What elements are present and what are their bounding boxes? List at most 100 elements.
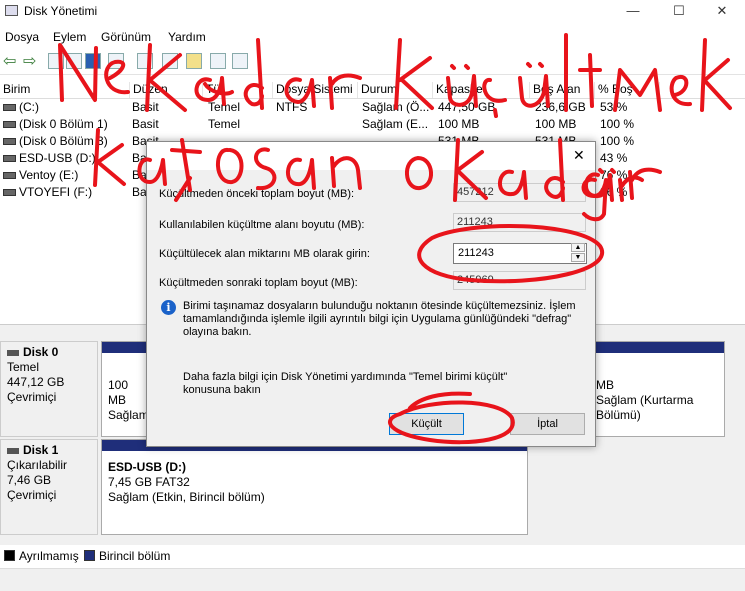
cell-duzen: Basit: [132, 117, 159, 131]
properties-icon[interactable]: [66, 53, 82, 69]
help-icon[interactable]: [85, 53, 101, 69]
cell-text: Ventoy (E:): [19, 168, 79, 182]
col-duzen[interactable]: Düzen: [130, 82, 203, 98]
disk0-p1-status: Sağlam: [108, 408, 149, 422]
disk1-size: 7,46 GB: [7, 473, 52, 487]
back-arrow-icon[interactable]: ⇦: [3, 51, 16, 71]
title-bar: Disk Yönetimi — ☐ ✕: [0, 0, 745, 22]
col-kapasite[interactable]: Kapasite: [433, 82, 530, 98]
primary-stripe: [590, 342, 724, 353]
primary-stripe: [102, 342, 150, 353]
disk0-type: Temel: [7, 360, 40, 374]
maximize-button[interactable]: ☐: [656, 0, 702, 22]
primary-swatch: [84, 550, 95, 561]
volume-icon: [3, 138, 16, 146]
close-button[interactable]: ✕: [699, 0, 745, 22]
menu-eylem[interactable]: Eylem: [53, 30, 86, 44]
cell-tur: Temel: [208, 100, 241, 114]
shrink-button[interactable]: Küçült: [389, 413, 464, 435]
cell-birim: (Disk 0 Bölüm 1): [3, 117, 108, 131]
cancel-button[interactable]: İptal: [510, 413, 585, 435]
col-durum[interactable]: Durum: [358, 82, 433, 98]
cell-yuzde-bos: 96 %: [600, 185, 628, 199]
cell-bos-alan: 100 MB: [535, 117, 577, 131]
minimize-button[interactable]: —: [610, 0, 656, 22]
hard-disk-icon: [7, 349, 19, 356]
cell-birim: ESD-USB (D:): [3, 151, 96, 165]
col-yuzde-bos[interactable]: % Boş: [595, 82, 660, 98]
shrink-amount-input[interactable]: 211243: [453, 243, 587, 264]
cell-text: (Disk 0 Bölüm 1): [19, 117, 108, 131]
folder-up-icon[interactable]: [186, 53, 202, 69]
table-row[interactable]: (C:) Basit Temel NTFS Sağlam (Ö... 447,50 GB 2…: [0, 100, 745, 116]
col-tur[interactable]: Tür: [203, 82, 273, 98]
value-total-after: 245969: [453, 271, 586, 290]
legend-unallocated: Ayrılmamış: [19, 549, 79, 563]
menu-gorunum[interactable]: Görünüm: [101, 30, 151, 44]
disk1-part-size: 7,45 GB FAT32: [108, 475, 190, 489]
forward-arrow-icon[interactable]: ⇨: [23, 51, 36, 71]
volume-icon: [3, 155, 16, 163]
menu-bar: Dosya Eylem Görünüm Yardım: [0, 27, 745, 47]
cell-birim: Ventoy (E:): [3, 168, 78, 182]
status-bar: [0, 568, 745, 591]
disk0-name: Disk 0: [23, 345, 59, 359]
disk-icon[interactable]: [162, 53, 178, 69]
spin-up-button[interactable]: ▲: [571, 243, 585, 252]
label-total-before: Küçültmeden önceki toplam boyut (MB):: [159, 188, 355, 200]
volume-list-header: Birim Düzen Tür Dosya Sistemi Durum Kapa…: [0, 80, 745, 99]
cell-dosya-sistemi: NTFS: [276, 100, 308, 114]
view-icon[interactable]: [232, 53, 248, 69]
removable-disk-icon: [7, 447, 19, 454]
toolbar: ⇦ ⇨: [0, 48, 745, 75]
cell-bos-alan: 236,6 GB: [535, 100, 586, 114]
check-icon[interactable]: [210, 53, 226, 69]
disk0-label[interactable]: Disk 0 Temel 447,12 GB Çevrimiçi: [0, 341, 98, 437]
app-icon: [5, 5, 18, 16]
legend-primary: Birincil bölüm: [99, 549, 171, 563]
cell-yuzde-bos: 100 %: [600, 134, 635, 148]
shrink-dialog: ✕ Küçültmeden önceki toplam boyut (MB): …: [146, 141, 596, 447]
label-available-shrink: Kullanılabilen küçültme alanı boyutu (MB…: [159, 219, 365, 231]
cell-text: ESD-USB (D:): [19, 151, 96, 165]
table-row[interactable]: (Disk 0 Bölüm 1) Basit Temel Sağlam (E... 10…: [0, 117, 745, 133]
dialog-title-bar: ✕: [147, 142, 595, 170]
export-list-icon[interactable]: [108, 53, 124, 69]
disk1-label[interactable]: Disk 1 Çıkarılabilir 7,46 GB Çevrimiçi: [0, 439, 98, 535]
disk0-partition-1[interactable]: 100 MB Sağlam: [101, 341, 151, 437]
cell-durum: Sağlam (E...: [362, 117, 429, 131]
cell-tur: Temel: [208, 117, 241, 131]
col-bos-alan[interactable]: Boş Alan: [530, 82, 595, 98]
label-total-after: Küçültmeden sonraki toplam boyut (MB):: [159, 277, 358, 289]
dialog-close-button[interactable]: ✕: [573, 147, 585, 164]
disk0-size: 447,12 GB: [7, 375, 65, 389]
info-icon: i: [161, 300, 176, 315]
disk1-status: Çevrimiçi: [7, 488, 57, 502]
connect-icon[interactable]: [137, 53, 153, 69]
cell-text: VTOYEFI (F:): [19, 185, 93, 199]
cell-durum: Sağlam (Ö...: [362, 100, 430, 114]
spin-down-button[interactable]: ▼: [571, 253, 585, 262]
cell-yuzde-bos: 53 %: [600, 100, 628, 114]
cell-yuzde-bos: 100 %: [600, 117, 635, 131]
vertical-scrollbar[interactable]: [728, 325, 745, 545]
menu-dosya[interactable]: Dosya: [5, 30, 39, 44]
col-dosya-sistemi[interactable]: Dosya Sistemi: [273, 82, 358, 98]
disk1-name: Disk 1: [23, 443, 59, 457]
cell-yuzde-bos: 43 %: [600, 151, 628, 165]
disk1-partition-esd-usb[interactable]: ESD-USB (D:) 7,45 GB FAT32 Sağlam (Etkin…: [101, 439, 528, 535]
disk0-recovery-partition[interactable]: MB Sağlam (Kurtarma Bölümü): [589, 341, 725, 437]
volume-icon: [3, 104, 16, 112]
col-birim[interactable]: Birim: [0, 82, 130, 98]
cell-birim: VTOYEFI (F:): [3, 185, 92, 199]
info-text: Birimi taşınamaz dosyaların bulunduğu no…: [183, 300, 576, 338]
disk0-status: Çevrimiçi: [7, 390, 57, 404]
cell-yuzde-bos: 76 %: [600, 168, 628, 182]
legend: Ayrılmamış Birincil bölüm: [0, 546, 745, 566]
value-total-before: 457212: [453, 183, 586, 202]
menu-yardim[interactable]: Yardım: [168, 30, 206, 44]
disk1-part-status: Sağlam (Etkin, Birincil bölüm): [108, 490, 265, 504]
cell-duzen: Basit: [132, 100, 159, 114]
volume-icon: [3, 189, 16, 197]
console-tree-icon[interactable]: [48, 53, 64, 69]
